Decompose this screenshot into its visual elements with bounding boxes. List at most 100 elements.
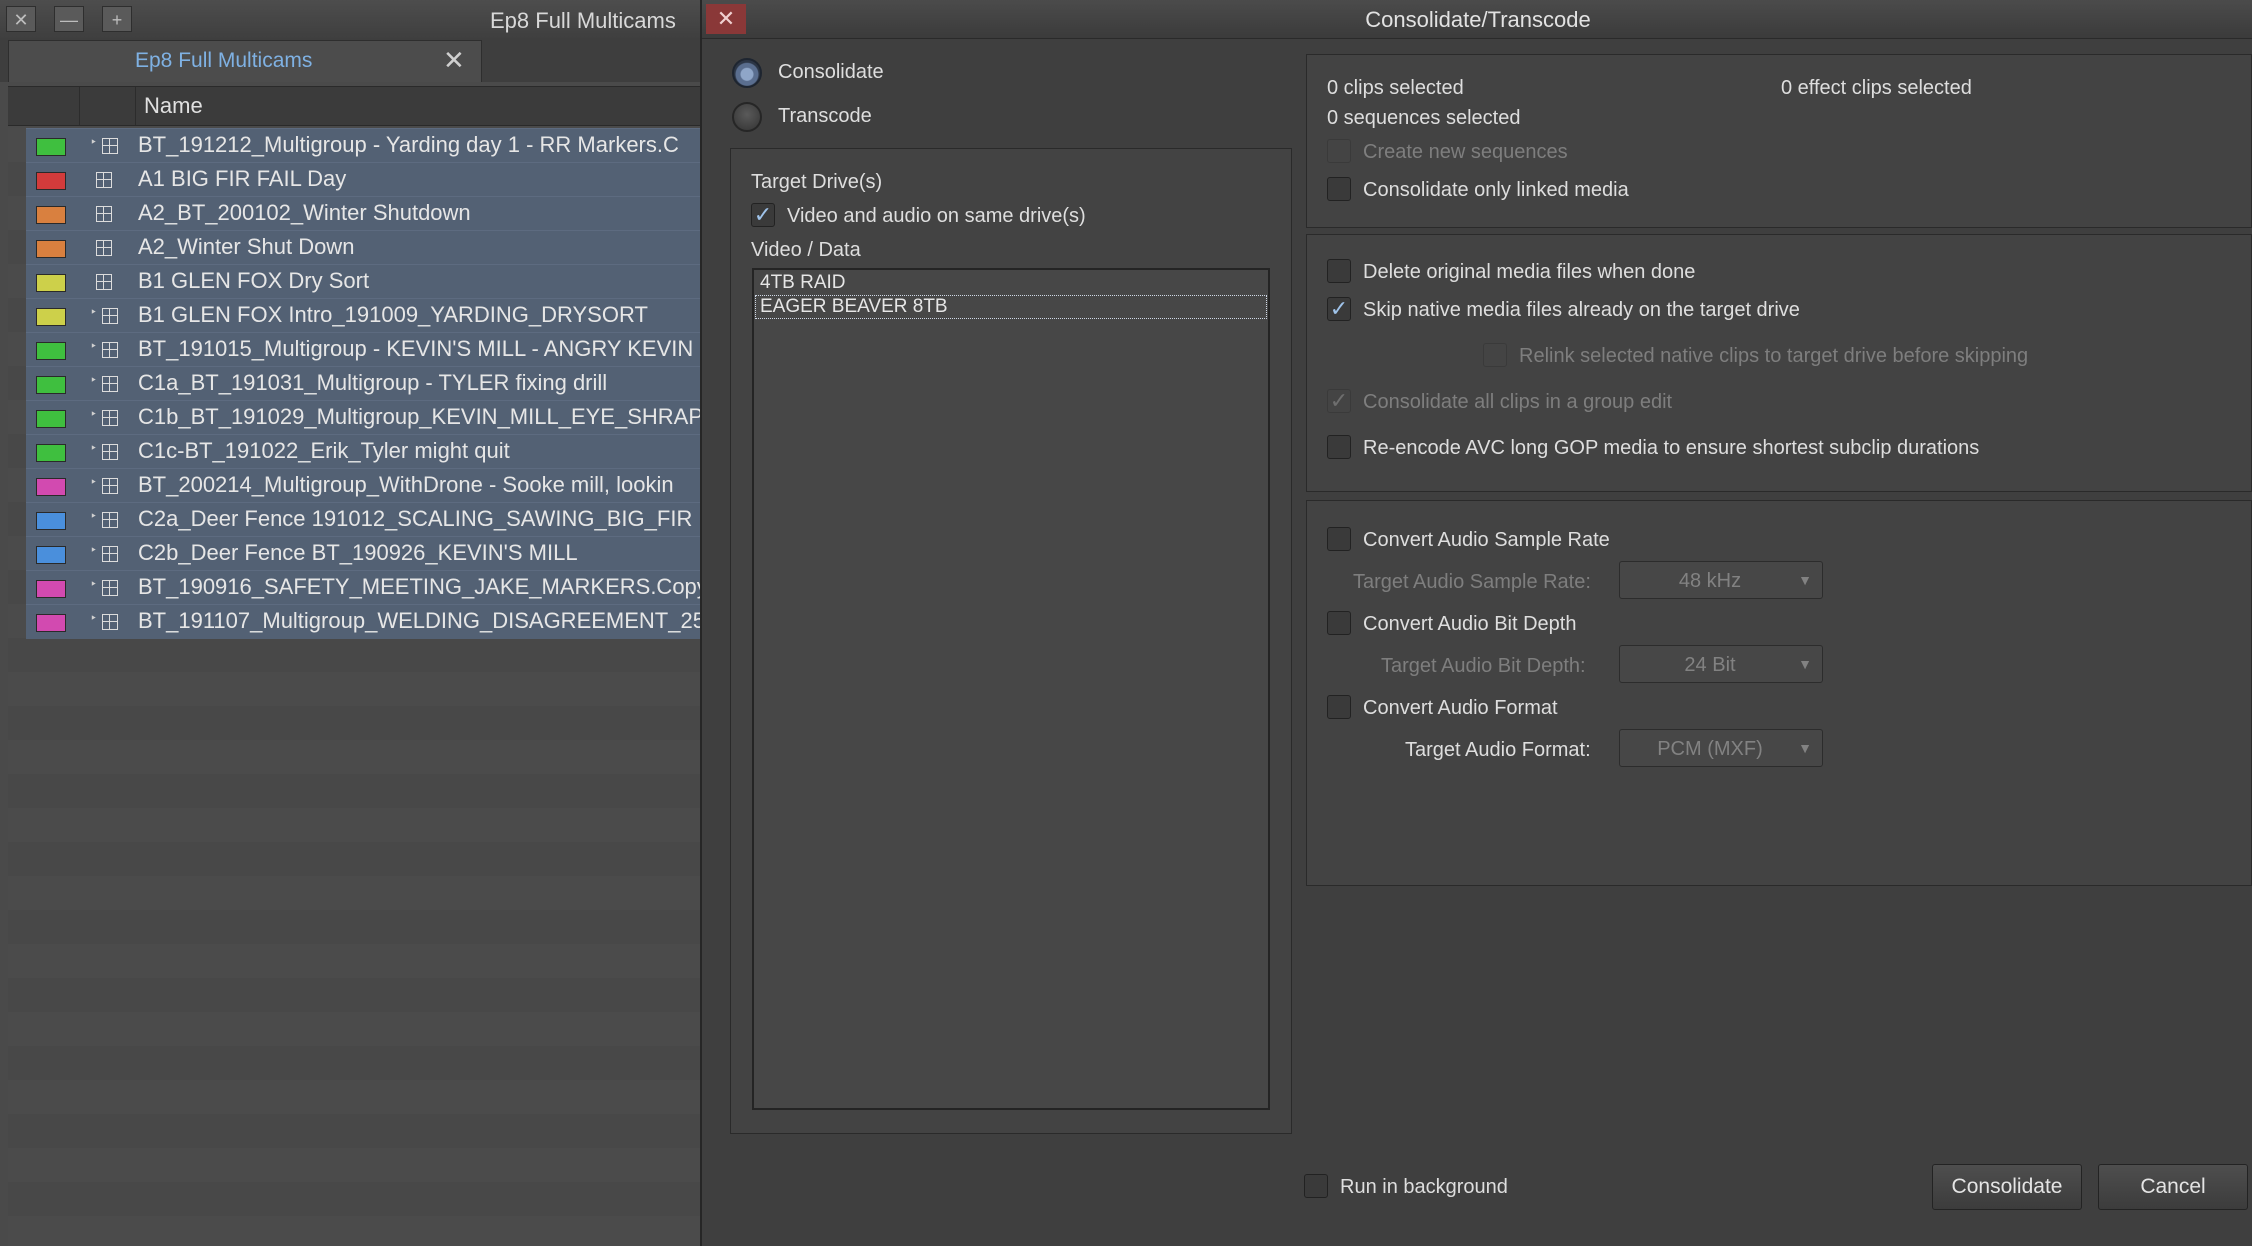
transcode-radio-label[interactable]: Transcode bbox=[778, 105, 872, 128]
same-drive-label[interactable]: Video and audio on same drive(s) bbox=[787, 205, 1086, 228]
clip-color-swatch bbox=[36, 614, 66, 632]
clip-color-swatch bbox=[36, 478, 66, 496]
relink-native-label[interactable]: Relink selected native clips to target d… bbox=[1519, 345, 2028, 368]
bin-tab-close-icon[interactable]: ✕ bbox=[443, 45, 465, 76]
multigroup-icon bbox=[96, 240, 112, 256]
multigroup-icon bbox=[102, 308, 118, 324]
bin-row-name: BT_191107_Multigroup_WELDING_DISAGREEMEN… bbox=[138, 608, 705, 633]
clip-color-swatch bbox=[36, 342, 66, 360]
drive-list[interactable]: 4TB RAID EAGER BEAVER 8TB bbox=[752, 268, 1270, 1110]
target-bit-depth-label: Target Audio Bit Depth: bbox=[1381, 655, 1586, 677]
bin-row-name: BT_190916_SAFETY_MEETING_JAKE_MARKERS.Co… bbox=[138, 574, 713, 599]
same-drive-checkbox[interactable]: ✓ bbox=[751, 203, 775, 227]
multigroup-icon bbox=[102, 546, 118, 562]
bin-close-button[interactable]: ✕ bbox=[6, 6, 36, 32]
expand-triangle-icon[interactable]: ‣ bbox=[90, 577, 97, 591]
multigroup-icon bbox=[102, 342, 118, 358]
skip-native-label[interactable]: Skip native media files already on the t… bbox=[1363, 299, 1800, 322]
consolidate-group-checkbox[interactable]: ✓ bbox=[1327, 389, 1351, 413]
bin-row-name: BT_200214_Multigroup_WithDrone - Sooke m… bbox=[138, 472, 674, 497]
reencode-avc-checkbox[interactable] bbox=[1327, 435, 1351, 459]
column-name[interactable]: Name bbox=[144, 93, 203, 119]
consolidate-linked-checkbox[interactable] bbox=[1327, 177, 1351, 201]
convert-sample-rate-label[interactable]: Convert Audio Sample Rate bbox=[1363, 529, 1610, 552]
clip-color-swatch bbox=[36, 274, 66, 292]
sample-rate-dropdown[interactable]: 48 kHz ▼ bbox=[1619, 561, 1823, 599]
chevron-down-icon: ▼ bbox=[1798, 740, 1812, 756]
clip-color-swatch bbox=[36, 444, 66, 462]
expand-triangle-icon[interactable]: ‣ bbox=[90, 407, 97, 421]
drive-item-4tb-raid[interactable]: 4TB RAID bbox=[760, 272, 846, 294]
multigroup-icon bbox=[102, 478, 118, 494]
bin-row-name: C1c-BT_191022_Erik_Tyler might quit bbox=[138, 438, 510, 463]
transcode-radio[interactable] bbox=[732, 102, 762, 132]
cancel-button[interactable]: Cancel bbox=[2098, 1164, 2248, 1210]
reencode-avc-label[interactable]: Re-encode AVC long GOP media to ensure s… bbox=[1363, 437, 1979, 460]
multigroup-icon bbox=[102, 614, 118, 630]
video-data-heading: Video / Data bbox=[751, 239, 861, 261]
clip-color-swatch bbox=[36, 580, 66, 598]
run-background-label[interactable]: Run in background bbox=[1340, 1176, 1508, 1199]
multigroup-icon bbox=[102, 580, 118, 596]
consolidate-group-label[interactable]: Consolidate all clips in a group edit bbox=[1363, 391, 1672, 414]
delete-original-checkbox[interactable] bbox=[1327, 259, 1351, 283]
multigroup-icon bbox=[102, 512, 118, 528]
bit-depth-dropdown[interactable]: 24 Bit ▼ bbox=[1619, 645, 1823, 683]
target-format-label: Target Audio Format: bbox=[1405, 739, 1591, 761]
media-options-panel: Delete original media files when done ✓ … bbox=[1306, 234, 2252, 492]
delete-original-label[interactable]: Delete original media files when done bbox=[1363, 261, 1695, 284]
convert-sample-rate-checkbox[interactable] bbox=[1327, 527, 1351, 551]
bin-row-name: B1 GLEN FOX Dry Sort bbox=[138, 268, 370, 293]
multigroup-icon bbox=[102, 138, 118, 154]
consolidate-radio[interactable] bbox=[732, 58, 762, 88]
clip-color-swatch bbox=[36, 240, 66, 258]
expand-triangle-icon[interactable]: ‣ bbox=[90, 373, 97, 387]
skip-native-checkbox[interactable]: ✓ bbox=[1327, 297, 1351, 321]
expand-triangle-icon[interactable]: ‣ bbox=[90, 135, 97, 149]
expand-triangle-icon[interactable]: ‣ bbox=[90, 543, 97, 557]
dialog-titlebar: ✕ Consolidate/Transcode bbox=[702, 0, 2252, 39]
clip-color-swatch bbox=[36, 376, 66, 394]
effect-clips-selected-text: 0 effect clips selected bbox=[1781, 77, 1972, 99]
expand-triangle-icon[interactable]: ‣ bbox=[90, 441, 97, 455]
column-color[interactable] bbox=[8, 87, 80, 125]
clip-color-swatch bbox=[36, 206, 66, 224]
expand-triangle-icon[interactable]: ‣ bbox=[90, 305, 97, 319]
convert-format-label[interactable]: Convert Audio Format bbox=[1363, 697, 1558, 720]
relink-native-checkbox[interactable] bbox=[1483, 343, 1507, 367]
column-icon[interactable] bbox=[80, 87, 136, 125]
clips-selected-text: 0 clips selected bbox=[1327, 77, 1464, 99]
expand-triangle-icon[interactable]: ‣ bbox=[90, 475, 97, 489]
create-new-sequences-label[interactable]: Create new sequences bbox=[1363, 141, 1568, 164]
convert-format-checkbox[interactable] bbox=[1327, 695, 1351, 719]
audio-conversion-panel: Convert Audio Sample Rate Target Audio S… bbox=[1306, 500, 2252, 886]
create-new-sequences-checkbox[interactable] bbox=[1327, 139, 1351, 163]
consolidate-linked-label[interactable]: Consolidate only linked media bbox=[1363, 179, 1629, 202]
bin-expand-button[interactable]: + bbox=[102, 6, 132, 32]
sample-rate-value: 48 kHz bbox=[1678, 570, 1742, 592]
dialog-title: Consolidate/Transcode bbox=[1365, 7, 1591, 32]
consolidate-radio-label[interactable]: Consolidate bbox=[778, 61, 884, 84]
bin-tab-label: Ep8 Full Multicams bbox=[135, 49, 313, 72]
multigroup-icon bbox=[96, 274, 112, 290]
selection-info-panel: 0 clips selected 0 effect clips selected… bbox=[1306, 54, 2252, 228]
convert-bit-depth-checkbox[interactable] bbox=[1327, 611, 1351, 635]
run-background-checkbox[interactable] bbox=[1304, 1174, 1328, 1198]
chevron-down-icon: ▼ bbox=[1798, 656, 1812, 672]
clip-color-swatch bbox=[36, 546, 66, 564]
expand-triangle-icon[interactable]: ‣ bbox=[90, 339, 97, 353]
drive-item-eager-beaver[interactable]: EAGER BEAVER 8TB bbox=[755, 295, 1267, 319]
clip-color-swatch bbox=[36, 172, 66, 190]
bin-row-name: BT_191015_Multigroup - KEVIN'S MILL - AN… bbox=[138, 336, 694, 361]
convert-bit-depth-label[interactable]: Convert Audio Bit Depth bbox=[1363, 613, 1576, 636]
sequences-selected-text: 0 sequences selected bbox=[1327, 107, 1521, 129]
format-dropdown[interactable]: PCM (MXF) ▼ bbox=[1619, 729, 1823, 767]
expand-triangle-icon[interactable]: ‣ bbox=[90, 509, 97, 523]
bin-minimize-button[interactable]: — bbox=[54, 6, 84, 32]
expand-triangle-icon[interactable]: ‣ bbox=[90, 611, 97, 625]
bin-tab[interactable]: Ep8 Full Multicams ✕ bbox=[8, 40, 482, 82]
bin-row-name: C2a_Deer Fence 191012_SCALING_SAWING_BIG… bbox=[138, 506, 693, 531]
bin-row-name: A2_Winter Shut Down bbox=[138, 234, 355, 259]
consolidate-button[interactable]: Consolidate bbox=[1932, 1164, 2082, 1210]
bin-row-name: A2_BT_200102_Winter Shutdown bbox=[138, 200, 471, 225]
